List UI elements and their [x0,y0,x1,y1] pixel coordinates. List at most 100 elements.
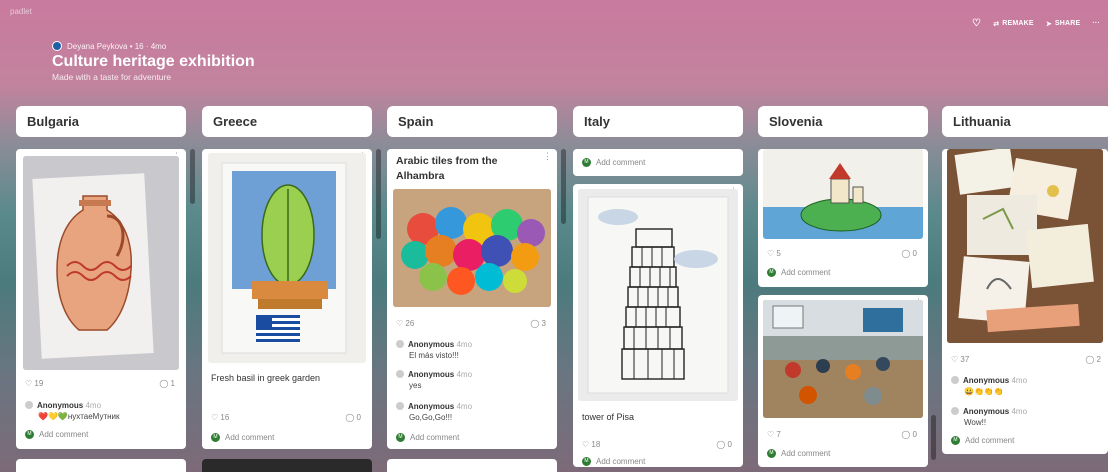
column-title[interactable]: Greece [202,106,372,137]
post-image[interactable] [393,189,551,307]
column-scrollbar[interactable] [931,415,936,460]
comments-count[interactable]: ◯ 0 [716,440,732,449]
post-stats: ♡ 5 ◯ 0 [767,249,917,258]
comment-text: yes [409,381,422,390]
likes-count[interactable]: ♡ 5 [767,249,781,258]
comments-count[interactable]: ◯ 1 [159,379,175,388]
add-comment-button[interactable]: M Add comment [767,268,830,277]
likes-count[interactable]: ♡ 19 [25,379,43,388]
post-card[interactable]: ♡ 37 ◯ 2 Anonymous 4mo 😀👏👏👏 Anonymous 4m… [942,149,1108,454]
comment-text: ❤️💛💚нухтаеМутник [38,412,120,421]
comment-text: Wow!! [964,418,987,427]
post-image[interactable] [23,156,179,370]
add-comment-button[interactable]: M Add comment [211,433,274,442]
brand-logo[interactable]: padlet [10,7,32,16]
add-comment-button[interactable]: M Add comment [951,436,1014,445]
anonymous-avatar [25,401,33,409]
post-card[interactable]: ⋮ [573,184,743,467]
post-image[interactable] [763,300,923,418]
comment-text: 😀👏👏👏 [964,387,1004,396]
likes-count[interactable]: ♡ 18 [582,440,600,449]
board-header: padlet Deyana Peykova • 16 · 4mo Culture… [0,0,1108,95]
post-menu-icon[interactable]: ⋮ [543,152,552,161]
post-card[interactable]: ⋮ Arabic tiles from the Alhambra ♡ 26 ◯ [387,149,557,449]
anonymous-avatar [396,340,404,348]
remake-button[interactable]: ⇄ REMAKE [993,20,1034,28]
post-title: Arabic tiles from the Alhambra [396,155,498,182]
more-button[interactable]: ··· [1092,20,1100,27]
post-image[interactable] [763,149,923,239]
add-comment-button[interactable]: M Add comment [767,449,830,458]
post-card-partial[interactable] [387,459,557,472]
anonymous-avatar [951,407,959,415]
anonymous-avatar [396,402,404,410]
share-icon: ➤ [1045,20,1052,28]
comments-count[interactable]: ◯ 0 [901,430,917,439]
column-title[interactable]: Slovenia [758,106,928,137]
column-title[interactable]: Spain [387,106,557,137]
likes-count[interactable]: ♡ 7 [767,430,781,439]
anonymous-avatar [951,376,959,384]
column-title[interactable]: Italy [573,106,743,137]
board-subtitle: Made with a taste for adventure [52,72,172,82]
user-avatar: M [767,449,776,458]
post-image[interactable] [208,153,366,363]
post-stats: ♡ 26 ◯ 3 [396,319,546,328]
comment-text: Go,Go,Go!!! [409,413,453,422]
add-comment-button[interactable]: M Add comment [25,430,88,439]
top-actions: ♡ ⇄ REMAKE ➤ SHARE ··· [972,18,1100,29]
likes-count[interactable]: ♡ 16 [211,413,229,422]
add-comment-button[interactable]: M Add comment [582,457,645,466]
user-avatar: M [582,457,591,466]
add-comment-button[interactable]: M Add comment [396,433,459,442]
add-comment-button[interactable]: M Add comment [582,158,645,167]
board-title: Culture heritage exhibition [52,53,255,70]
post-image[interactable] [947,149,1103,343]
post-card[interactable]: ⋮ Fresh basil in greek garden ♡ 16 [202,149,372,449]
post-card[interactable]: ⋮ ♡ 5 ◯ 0 MAdd comment [758,149,928,287]
likes-count[interactable]: ♡ 26 [396,319,414,328]
post-caption: tower of Pisa [582,412,635,422]
comment: Anonymous 4mo Go,Go,Go!!! [396,401,551,423]
comment: Anonymous 4mo El más visto!!! [396,339,551,361]
user-avatar: M [582,158,591,167]
post-stats: ♡ 16 ◯ 0 [211,413,361,422]
remake-icon: ⇄ [993,20,1000,28]
post-card[interactable]: ⋮ ♡ 7 ◯ 0 MAdd comment [758,295,928,467]
anonymous-avatar [396,370,404,378]
column-scrollbar[interactable] [376,149,381,239]
post-card[interactable]: ⋮ ♡ 19 ◯ 1 Anonymous 4mo ❤️💛💚нухтаеМутни… [16,149,186,449]
author-line[interactable]: Deyana Peykova • 16 · 4mo [67,42,166,51]
user-avatar: M [767,268,776,277]
comments-count[interactable]: ◯ 2 [1085,355,1101,364]
column-title[interactable]: Bulgaria [16,106,186,137]
comment: Anonymous 4mo yes [396,369,551,391]
post-card-partial[interactable] [202,459,372,472]
column-scrollbar[interactable] [561,149,566,224]
author-avatar[interactable] [52,41,62,51]
post-image[interactable] [578,189,738,401]
column-scrollbar[interactable] [190,149,195,204]
share-button[interactable]: ➤ SHARE [1046,20,1081,28]
author-row: Deyana Peykova • 16 · 4mo [52,41,166,51]
post-card[interactable]: M Add comment [573,149,743,176]
comment: Anonymous 4mo ❤️💛💚нухтаеМутник [25,400,180,422]
post-stats: ♡ 18 ◯ 0 [582,440,732,449]
post-stats: ♡ 7 ◯ 0 [767,430,917,439]
post-stats: ♡ 37 ◯ 2 [951,355,1101,364]
comment-text: El más visto!!! [409,351,459,360]
post-stats: ♡ 19 ◯ 1 [25,379,175,388]
comments-count[interactable]: ◯ 0 [345,413,361,422]
post-card-partial[interactable] [16,459,186,472]
user-avatar: M [211,433,220,442]
user-avatar: M [25,430,34,439]
post-caption: Fresh basil in greek garden [211,373,321,383]
user-avatar: M [396,433,405,442]
likes-count[interactable]: ♡ 37 [951,355,969,364]
comments-count[interactable]: ◯ 0 [901,249,917,258]
heart-icon[interactable]: ♡ [972,18,981,29]
comments-count[interactable]: ◯ 3 [530,319,546,328]
comment: Anonymous 4mo Wow!! [951,406,1103,428]
comment: Anonymous 4mo 😀👏👏👏 [951,375,1103,397]
column-title[interactable]: Lithuania [942,106,1108,137]
